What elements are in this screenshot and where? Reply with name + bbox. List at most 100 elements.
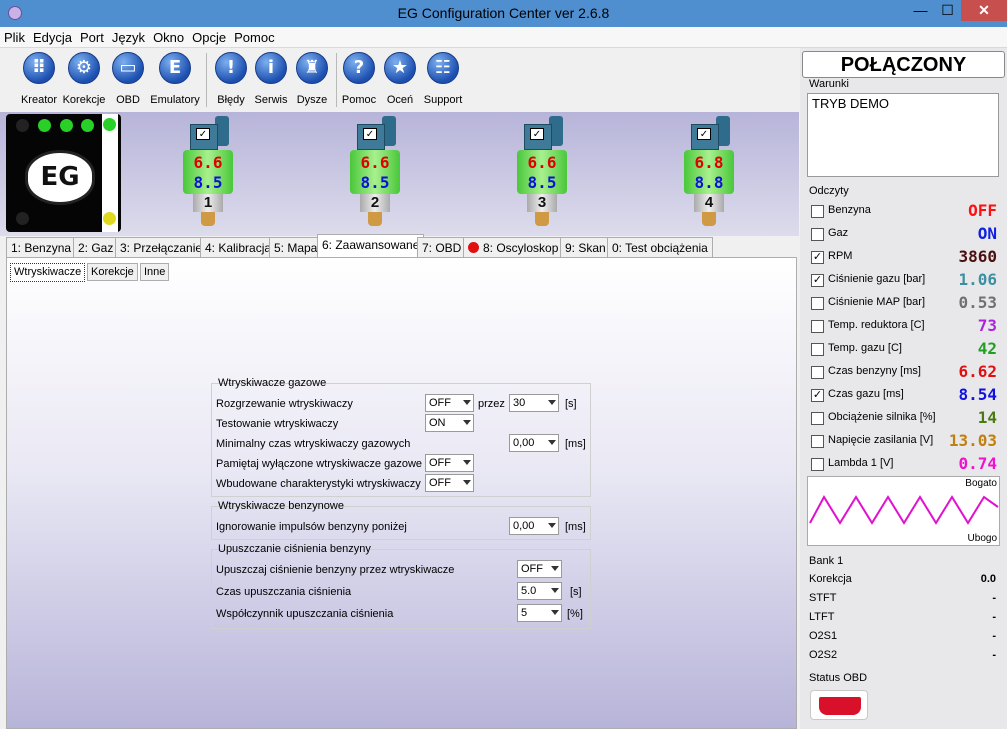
subtab-wtryskiwacze[interactable]: Wtryskiwacze: [10, 263, 86, 282]
reading-checkbox[interactable]: [811, 458, 824, 471]
title-bar: EG Configuration Center ver 2.6.8 — ☐ ✕: [0, 0, 1007, 27]
release-time-select[interactable]: 5.0: [517, 582, 562, 600]
tab-skan[interactable]: 9: Skan: [560, 237, 611, 257]
subtab-korekcje[interactable]: Korekcje: [87, 263, 138, 281]
bank-value: -: [992, 592, 996, 604]
injector-tip: [702, 212, 716, 226]
injector-checkbox[interactable]: ✓: [530, 128, 544, 140]
menu-port[interactable]: Port: [76, 27, 108, 48]
select-value: 30: [513, 397, 526, 409]
obd-plug-icon[interactable]: [810, 690, 868, 720]
bank-label: STFT: [809, 592, 837, 604]
star-icon: ★: [384, 52, 416, 84]
ignore-pulses-select[interactable]: 0,00: [509, 517, 559, 535]
reading-checkbox[interactable]: [811, 228, 824, 241]
select-value: 5: [521, 607, 528, 619]
bank-label: LTFT: [809, 611, 835, 623]
reading-value: 73: [977, 316, 997, 335]
reading-checkbox[interactable]: [811, 297, 824, 310]
injector-number: 4: [694, 194, 724, 212]
tab-oscyloskop[interactable]: 8: Oscyloskop: [463, 237, 564, 257]
minimize-button[interactable]: —: [907, 0, 934, 21]
chevron-down-icon: [551, 588, 559, 593]
min-time-select[interactable]: 0,00: [509, 434, 559, 452]
unit-label: [ms]: [565, 521, 586, 533]
reading-label: Ciśnienie gazu [bar]: [828, 273, 926, 285]
menu-pomoc[interactable]: Pomoc: [230, 27, 278, 48]
reading-label: Czas gazu [ms]: [828, 388, 904, 400]
injector-checkbox[interactable]: ✓: [363, 128, 377, 140]
injector-1[interactable]: ✓ 6.6 8.5 1: [181, 116, 241, 228]
bank-row: STFT -: [809, 592, 999, 604]
tab-benzyna[interactable]: 1: Benzyna: [6, 237, 77, 257]
tab-test-obciazenia[interactable]: 0: Test obciążenia: [607, 237, 713, 257]
reading-label: Temp. gazu [C]: [828, 342, 902, 354]
tab-mapa[interactable]: 5: Mapa: [269, 237, 323, 257]
menu-jezyk[interactable]: Język: [108, 27, 149, 48]
obd-button[interactable]: ▭ OBD: [102, 52, 154, 106]
reading-value: 0.53: [958, 293, 997, 312]
menu-bar: Plik Edycja Port Język Okno Opcje Pomoc: [0, 27, 1007, 48]
reading-checkbox[interactable]: [811, 343, 824, 356]
reading-checkbox[interactable]: [811, 320, 824, 333]
reading-checkbox[interactable]: [811, 366, 824, 379]
help-icon: ?: [343, 52, 375, 84]
release-factor-select[interactable]: 5: [517, 604, 562, 622]
menu-opcje[interactable]: Opcje: [188, 27, 230, 48]
menu-plik[interactable]: Plik: [0, 27, 29, 48]
injector-checkbox[interactable]: ✓: [196, 128, 210, 140]
builtin-characteristics-select[interactable]: OFF: [425, 474, 474, 492]
reading-checkbox[interactable]: [811, 205, 824, 218]
row-label: Współczynnik upuszczania ciśnienia: [216, 608, 394, 620]
injector-gas-time: 8.5: [360, 173, 390, 192]
warmup-select[interactable]: OFF: [425, 394, 474, 412]
close-button[interactable]: ✕: [961, 0, 1007, 21]
reading-checkbox[interactable]: [811, 412, 824, 425]
info-icon: i: [255, 52, 287, 84]
injector-3[interactable]: ✓ 6.6 8.5 3: [515, 116, 575, 228]
row-label: Testowanie wtryskiwaczy: [216, 418, 339, 430]
tab-kalibracja[interactable]: 4: Kalibracja: [200, 237, 277, 257]
unit-label: [%]: [567, 608, 583, 620]
injector-gas-time: 8.8: [694, 173, 724, 192]
chevron-down-icon: [548, 400, 556, 405]
menu-edycja[interactable]: Edycja: [29, 27, 76, 48]
reading-value: 42: [977, 339, 997, 358]
injector-4[interactable]: ✓ 6.8 8.8 4: [682, 116, 742, 228]
injector-number: 2: [360, 194, 390, 212]
chevron-down-icon: [551, 610, 559, 615]
warmup-time-select[interactable]: 30: [509, 394, 559, 412]
release-pressure-select[interactable]: OFF: [517, 560, 562, 578]
testing-select[interactable]: ON: [425, 414, 474, 432]
injector-petrol-time: 6.6: [360, 153, 390, 172]
remember-disabled-select[interactable]: OFF: [425, 454, 474, 472]
emulatory-button[interactable]: E Emulatory: [149, 52, 201, 106]
injector-2[interactable]: ✓ 6.6 8.5 2: [348, 116, 408, 228]
menu-okno[interactable]: Okno: [149, 27, 188, 48]
dysze-button[interactable]: ♜ Dysze: [286, 52, 338, 106]
tab-przelaczanie[interactable]: 3: Przełączanie: [115, 237, 208, 257]
reading-checkbox[interactable]: ✓: [811, 251, 824, 264]
reading-checkbox[interactable]: ✓: [811, 274, 824, 287]
injector-number: 3: [527, 194, 557, 212]
tab-gaz[interactable]: 2: Gaz: [73, 237, 119, 257]
tab-obd[interactable]: 7: OBD: [417, 237, 467, 257]
reading-petrol-time: Czas benzyny [ms] 6.62: [811, 362, 1001, 382]
support-button[interactable]: ☷ Support: [417, 52, 469, 106]
reading-checkbox[interactable]: [811, 435, 824, 448]
tab-oscyloskop-label: 8: Oscyloskop: [483, 241, 559, 255]
injector-tip: [535, 212, 549, 226]
tab-zaawansowane[interactable]: 6: Zaawansowane: [317, 234, 425, 257]
reading-lambda: Lambda 1 [V] 0.74: [811, 454, 1001, 474]
injector-tip: [201, 212, 215, 226]
select-value: OFF: [521, 563, 543, 575]
led-green-icon: [81, 119, 94, 132]
reading-checkbox[interactable]: ✓: [811, 389, 824, 402]
odczyty-title: Odczyty: [809, 185, 849, 197]
injector-checkbox[interactable]: ✓: [697, 128, 711, 140]
maximize-button[interactable]: ☐: [934, 0, 961, 21]
led-green-icon: [60, 119, 73, 132]
injector-tip: [368, 212, 382, 226]
bank-label: O2S2: [809, 649, 838, 661]
subtab-inne[interactable]: Inne: [140, 263, 170, 281]
